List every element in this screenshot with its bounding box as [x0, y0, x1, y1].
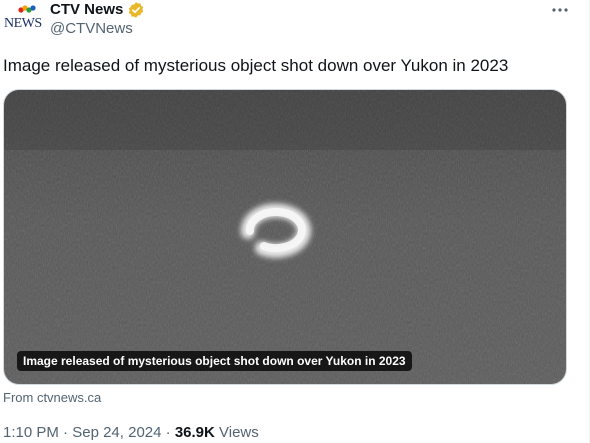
- display-name[interactable]: CTV News: [50, 1, 123, 19]
- media-caption: Image released of mysterious object shot…: [17, 351, 412, 371]
- tweet-date[interactable]: Sep 24, 2024: [72, 424, 161, 441]
- separator: ·: [161, 424, 175, 441]
- more-options-icon: [552, 8, 568, 12]
- tweet-time[interactable]: 1:10 PM: [3, 424, 59, 441]
- tweet-text: Image released of mysterious object shot…: [3, 56, 509, 75]
- logo-text: NEWS: [4, 16, 42, 31]
- more-options-button[interactable]: [550, 0, 570, 20]
- tweet-meta: 1:10 PM · Sep 24, 2024 · 36.9K Views: [3, 424, 259, 442]
- author-handle[interactable]: @CTVNews: [50, 20, 133, 38]
- views-label: Views: [214, 424, 259, 441]
- thermal-image: [4, 90, 566, 384]
- verified-badge-icon: [129, 2, 144, 18]
- separator: ·: [58, 424, 73, 441]
- avatar[interactable]: NEWS: [4, 4, 44, 34]
- link-source[interactable]: From ctvnews.ca: [3, 390, 101, 406]
- tweet-media-image[interactable]: Image released of mysterious object shot…: [3, 89, 567, 385]
- views-count: 36.9K: [174, 424, 215, 441]
- ctv-logo-icon: [18, 5, 36, 13]
- author-name-row[interactable]: CTV News: [50, 1, 145, 19]
